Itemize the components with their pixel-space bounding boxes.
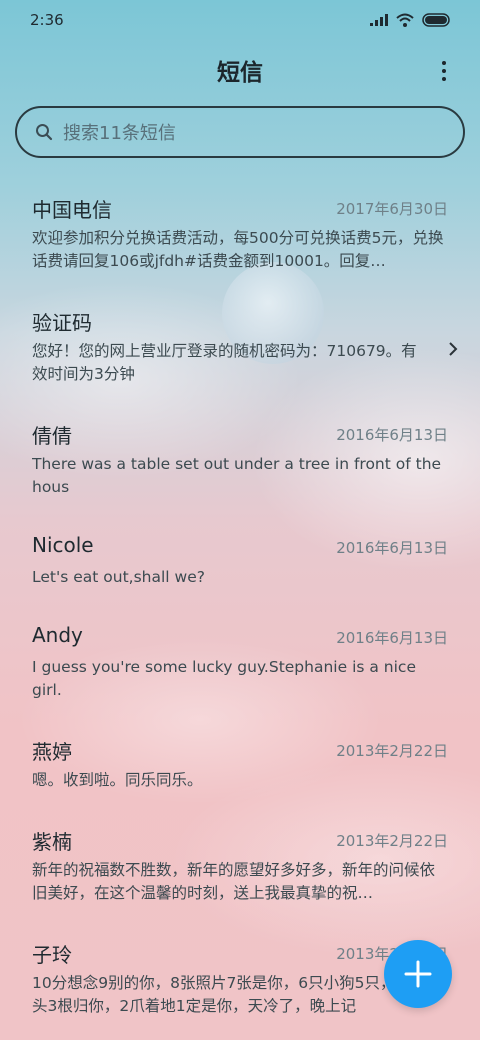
page-title: 短信 xyxy=(217,60,263,86)
status-bar: 2:36 xyxy=(0,0,480,40)
message-preview: I guess you're some lucky guy.Stephanie … xyxy=(32,658,416,699)
list-item[interactable]: Nicole 2016年6月13日 Let's eat out,shall we… xyxy=(32,533,450,593)
message-date: 2013年2月22日 xyxy=(336,742,448,760)
message-preview: There was a table set out under a tree i… xyxy=(32,455,442,496)
search-placeholder: 搜索11条短信 xyxy=(63,123,176,144)
message-date: 2017年6月30日 xyxy=(336,200,448,218)
message-date: 2016年6月13日 xyxy=(336,539,448,557)
plus-icon xyxy=(404,960,432,988)
sender-name: 子玲 xyxy=(32,943,72,967)
message-preview: 欢迎参加积分兑换话费活动，每500分可兑换话费5元，兑换话费请回复106或jfd… xyxy=(32,229,444,270)
sender-name: 紫楠 xyxy=(32,830,72,854)
message-preview: 10分想念9别的你，8张照片7张是你，6只小狗5只，4根骨头3根归你，2爪着地1… xyxy=(32,974,437,1015)
battery-icon xyxy=(422,13,450,27)
sender-name: 燕婷 xyxy=(32,740,72,764)
message-preview: 新年的祝福数不胜数，新年的愿望好多好多，新年的问候依旧美好，在这个温馨的时刻，送… xyxy=(32,861,436,902)
list-item[interactable]: 紫楠 2013年2月22日 新年的祝福数不胜数，新年的愿望好多好多，新年的问候依… xyxy=(32,826,450,906)
message-date: 2016年6月13日 xyxy=(336,629,448,647)
list-item[interactable]: 中国电信 2017年6月30日 欢迎参加积分兑换话费活动，每500分可兑换话费5… xyxy=(32,194,450,274)
message-date: 2013年2月22日 xyxy=(336,832,448,850)
status-icons xyxy=(370,13,452,27)
sender-name: Nicole xyxy=(32,533,94,557)
new-message-button[interactable] xyxy=(384,940,452,1008)
wifi-icon xyxy=(396,13,414,27)
signal-icon xyxy=(370,14,388,26)
sender-name: 倩倩 xyxy=(32,424,72,448)
sender-name: 中国电信 xyxy=(32,198,112,222)
sender-name: Andy xyxy=(32,623,83,647)
search-icon xyxy=(36,124,53,141)
message-preview: Let's eat out,shall we? xyxy=(32,568,205,586)
list-item[interactable]: 倩倩 2016年6月13日 There was a table set out … xyxy=(32,420,450,500)
message-preview: 嗯。收到啦。同乐同乐。 xyxy=(32,771,203,789)
status-time: 2:36 xyxy=(30,11,64,29)
more-icon[interactable] xyxy=(434,58,454,84)
sender-name: 验证码 xyxy=(32,311,92,335)
header: 短信 xyxy=(0,48,480,92)
chevron-right-icon xyxy=(449,342,458,356)
list-item[interactable]: 燕婷 2013年2月22日 嗯。收到啦。同乐同乐。 xyxy=(32,736,450,796)
message-preview: 您好！您的网上营业厅登录的随机密码为：710679。有效时间为3分钟 xyxy=(32,342,417,383)
list-item[interactable]: 验证码 您好！您的网上营业厅登录的随机密码为：710679。有效时间为3分钟 xyxy=(32,307,458,387)
search-input[interactable]: 搜索11条短信 xyxy=(15,106,465,158)
message-date: 2016年6月13日 xyxy=(336,426,448,444)
list-item[interactable]: Andy 2016年6月13日 I guess you're some luck… xyxy=(32,623,450,703)
